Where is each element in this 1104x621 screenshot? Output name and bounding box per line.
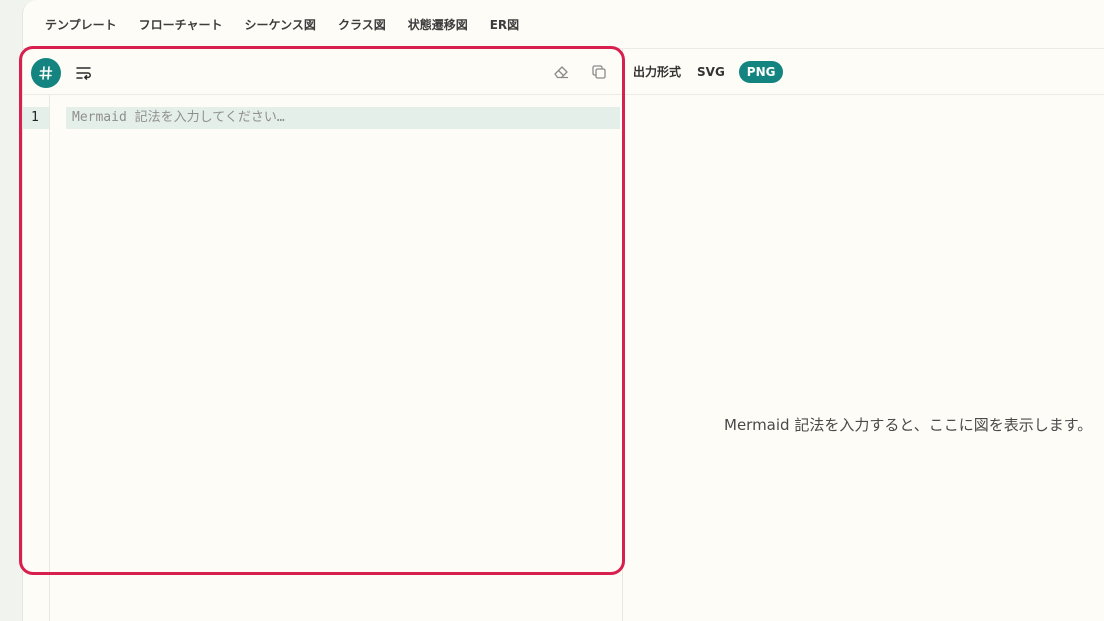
format-svg-button[interactable]: SVG [697,65,725,79]
tab-flowchart[interactable]: フローチャート [139,16,223,33]
line-number-gutter [23,95,50,621]
eraser-icon [552,63,570,81]
editor-toolbar [23,49,622,95]
editor-pane: 1 Mermaid 記法を入力してください… [23,49,623,621]
output-format-label: 出力形式 [633,65,682,79]
line-number: 1 [23,107,49,129]
tab-er-diagram[interactable]: ER図 [490,16,519,33]
app-window: テンプレート フローチャート シーケンス図 クラス図 状態遷移図 ER図 1 M… [22,0,1104,621]
tab-sequence-diagram[interactable]: シーケンス図 [245,16,316,33]
hash-icon [38,65,54,81]
tab-state-diagram[interactable]: 状態遷移図 [408,16,468,33]
text-wrap-icon [75,64,93,82]
template-tab-bar: テンプレート フローチャート シーケンス図 クラス図 状態遷移図 ER図 [23,0,1104,49]
text-wrap-button[interactable] [75,64,93,82]
format-png-button[interactable]: PNG [738,60,784,83]
copy-icon [590,63,608,81]
line-numbers-toggle-button[interactable] [31,58,61,88]
tab-class-diagram[interactable]: クラス図 [338,16,386,33]
copy-button[interactable] [590,63,608,81]
empty-preview-message: Mermaid 記法を入力すると、ここに図を表示します。 [724,416,1093,434]
code-editor-input[interactable]: Mermaid 記法を入力してください… [66,107,620,129]
preview-toolbar: 出力形式 SVG PNG [623,49,1104,95]
clear-button[interactable] [552,63,570,81]
tab-templates[interactable]: テンプレート [45,16,117,33]
diagram-preview-area: Mermaid 記法を入力すると、ここに図を表示します。 [623,95,1104,621]
